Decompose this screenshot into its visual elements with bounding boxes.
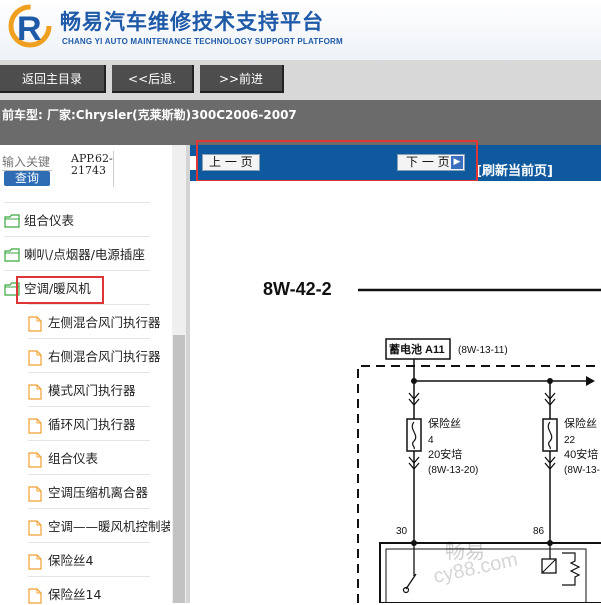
page-code: 8W-42-2 bbox=[263, 279, 332, 299]
pin-86: 86 bbox=[533, 526, 545, 537]
tree-item-label: 循环风门执行器 bbox=[48, 417, 136, 432]
tree-doc-item[interactable]: 组合仪表 bbox=[28, 449, 170, 469]
tree-item-label: 组合仪表 bbox=[24, 213, 75, 228]
main-toolbar: 返回主目录 <<后退. >>前进 bbox=[0, 60, 601, 100]
logo-icon: R bbox=[6, 4, 56, 52]
tree-doc-item[interactable]: 右侧混合风门执行器 bbox=[28, 347, 170, 367]
tree-scrollbar-thumb[interactable] bbox=[173, 335, 185, 603]
fuse2-rating: 40安培 bbox=[564, 447, 598, 461]
tree-item-label: 模式风门执行器 bbox=[48, 383, 136, 398]
tree-separator bbox=[28, 542, 150, 543]
tree-separator bbox=[4, 270, 150, 271]
tree-item-label: 组合仪表 bbox=[48, 451, 99, 466]
tree-folder-item[interactable]: 喇叭/点烟器/电源插座 bbox=[4, 245, 170, 265]
wiring-diagram: 畅易 cy88.com 8W-42-2 蓄电池 A11 (8W-13-11) 保… bbox=[190, 181, 601, 603]
tree-item-label: 右侧混合风门执行器 bbox=[48, 349, 161, 364]
search-input[interactable] bbox=[2, 155, 52, 169]
search-code: APP.62-21743 bbox=[71, 152, 113, 177]
tree-doc-item[interactable]: 左侧混合风门执行器 bbox=[28, 313, 170, 333]
tree-doc-item[interactable]: 空调压缩机离合器 bbox=[28, 483, 170, 503]
nav-highlight-box bbox=[196, 140, 478, 182]
tree-separator bbox=[28, 576, 150, 577]
tree-item-label: 喇叭/点烟器/电源插座 bbox=[24, 247, 145, 262]
back-button[interactable]: <<后退. bbox=[112, 65, 194, 93]
tree-folder-item[interactable]: 组合仪表 bbox=[4, 211, 170, 231]
tree-item-label: 空调压缩机离合器 bbox=[48, 485, 149, 500]
home-button[interactable]: 返回主目录 bbox=[0, 65, 106, 93]
forward-button[interactable]: >>前进 bbox=[200, 65, 284, 93]
brand-title: 畅易汽车维修技术支持平台 bbox=[60, 10, 324, 34]
tree-separator bbox=[28, 372, 150, 373]
tree-separator bbox=[28, 338, 150, 339]
fuse2-ref: (8W-13- bbox=[564, 465, 600, 476]
battery-label: 蓄电池 A11 bbox=[389, 342, 445, 356]
fuse1-title: 保险丝 bbox=[428, 416, 461, 430]
header: R 畅易汽车维修技术支持平台 CHANG YI AUTO MAINTENANCE… bbox=[0, 0, 601, 60]
tree-separator bbox=[28, 474, 150, 475]
tree-doc-item[interactable]: 保险丝4 bbox=[28, 551, 170, 571]
tree-doc-item[interactable]: 循环风门执行器 bbox=[28, 415, 170, 435]
search-button[interactable]: 查询 bbox=[4, 171, 50, 186]
tree-item-label: 保险丝4 bbox=[48, 553, 94, 568]
brand-subtitle: CHANG YI AUTO MAINTENANCE TECHNOLOGY SUP… bbox=[62, 37, 343, 46]
pin-30: 30 bbox=[396, 526, 408, 537]
tree-doc-item[interactable]: 模式风门执行器 bbox=[28, 381, 170, 401]
tree-separator bbox=[28, 508, 150, 509]
tree-separator bbox=[4, 236, 150, 237]
fuse1-rating: 20安培 bbox=[428, 447, 462, 461]
vehicle-info-bar: 前车型: 厂家:Chrysler(克莱斯勒)300C2006-2007 bbox=[0, 100, 601, 145]
tree-separator bbox=[4, 202, 150, 203]
tree-separator bbox=[28, 440, 150, 441]
tree-item-label: 空调——暖风机控制装 bbox=[48, 519, 170, 534]
tree-separator bbox=[28, 406, 150, 407]
fuse1-number: 4 bbox=[428, 435, 434, 446]
battery-ref: (8W-13-11) bbox=[458, 345, 508, 356]
refresh-page-link[interactable]: [刷新当前页] bbox=[476, 160, 553, 179]
svg-text:R: R bbox=[17, 10, 42, 48]
tree-doc-item[interactable]: 保险丝14 bbox=[28, 585, 170, 605]
tree-item-label: 左侧混合风门执行器 bbox=[48, 315, 161, 330]
tree-item-label: 保险丝14 bbox=[48, 587, 102, 602]
selected-highlight-box bbox=[16, 276, 104, 304]
vehicle-info-text: 前车型: 厂家:Chrysler(克莱斯勒)300C2006-2007 bbox=[2, 108, 297, 122]
tree-doc-item[interactable]: 空调——暖风机控制装 bbox=[28, 517, 170, 537]
fuse2-number: 22 bbox=[564, 435, 576, 446]
fuse2-title: 保险丝 bbox=[564, 416, 597, 430]
fuse1-ref: (8W-13-20) bbox=[428, 465, 478, 476]
tree-separator bbox=[28, 304, 150, 305]
